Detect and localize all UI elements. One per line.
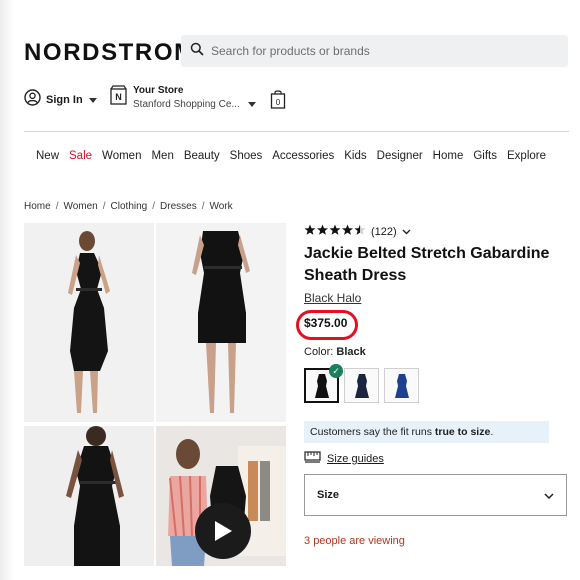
chevron-down-icon [88, 97, 97, 103]
search-icon[interactable] [190, 42, 204, 61]
selected-color: Black [336, 346, 366, 358]
play-button[interactable] [195, 503, 251, 559]
store-name: Stanford Shopping Ce... [133, 99, 240, 110]
nav-item-gifts[interactable]: Gifts [473, 150, 497, 162]
main-nav: New Sale Women Men Beauty Shoes Accessor… [36, 150, 556, 162]
store-icon: N [110, 85, 127, 110]
product-video-thumbnail[interactable] [156, 426, 286, 566]
product-image-front[interactable] [24, 223, 154, 422]
size-guides-link[interactable]: Size guides [304, 451, 384, 466]
brand-link[interactable]: Black Halo [304, 291, 361, 305]
rating-count: (122) [371, 225, 397, 238]
product-title: Jackie Belted Stretch Gabardine Sheath D… [304, 245, 550, 284]
swatch-blue[interactable] [384, 368, 419, 403]
nav-item-beauty[interactable]: Beauty [184, 150, 220, 162]
swatch-navy[interactable] [344, 368, 379, 403]
user-icon [24, 89, 41, 111]
nav-item-new[interactable]: New [36, 150, 59, 162]
size-guide-icon [304, 451, 321, 466]
selected-check-icon: ✓ [329, 364, 343, 378]
size-guides-label: Size guides [327, 452, 384, 465]
svg-text:N: N [115, 92, 122, 102]
shopping-bag-icon: 0 [270, 90, 286, 109]
breadcrumb-clothing[interactable]: Clothing [111, 201, 148, 212]
header-divider [24, 131, 569, 132]
bag-count: 0 [276, 98, 281, 107]
search-bar[interactable] [181, 35, 568, 67]
search-input[interactable] [211, 44, 541, 58]
nav-item-designer[interactable]: Designer [377, 150, 423, 162]
product-price: $375.00 [304, 316, 348, 330]
breadcrumb: Home / Women / Clothing / Dresses / Work [24, 201, 233, 212]
breadcrumb-dresses[interactable]: Dresses [160, 201, 197, 212]
product-rating[interactable]: (122) [304, 224, 411, 239]
nav-item-accessories[interactable]: Accessories [272, 150, 334, 162]
store-title: Your Store [133, 85, 184, 96]
fit-note: Customers say the fit runs true to size. [304, 421, 549, 443]
nav-item-women[interactable]: Women [102, 150, 141, 162]
nav-item-shoes[interactable]: Shoes [230, 150, 263, 162]
shopping-bag-button[interactable]: 0 [270, 89, 286, 114]
page-edge-shadow [0, 0, 14, 580]
viewing-count-notice: 3 people are viewing [304, 535, 405, 547]
size-dropdown-label: Size [317, 489, 340, 501]
nav-item-kids[interactable]: Kids [344, 150, 366, 162]
chevron-down-icon [247, 102, 256, 107]
size-dropdown[interactable]: Size [304, 474, 567, 516]
store-selector[interactable]: N Your Store Stanford Shopping Ce... [110, 85, 256, 110]
product-image-side[interactable] [156, 223, 286, 422]
rating-stars-icon [304, 224, 366, 239]
nav-item-men[interactable]: Men [151, 150, 173, 162]
nordstrom-logo[interactable]: NORDSTROM [24, 39, 196, 67]
nav-item-explore[interactable]: Explore [507, 150, 546, 162]
breadcrumb-women[interactable]: Women [63, 201, 97, 212]
sign-in-label: Sign In [46, 94, 83, 106]
breadcrumb-home[interactable]: Home [24, 201, 51, 212]
sign-in-menu[interactable]: Sign In [24, 89, 97, 111]
breadcrumb-work[interactable]: Work [209, 201, 232, 212]
chevron-down-icon [402, 227, 411, 237]
play-icon [215, 521, 232, 541]
chevron-down-icon [544, 486, 554, 504]
nav-item-sale[interactable]: Sale [69, 150, 92, 162]
product-image-closeup[interactable] [24, 426, 154, 566]
nav-item-home[interactable]: Home [433, 150, 464, 162]
color-label: Color: Black [304, 346, 366, 358]
